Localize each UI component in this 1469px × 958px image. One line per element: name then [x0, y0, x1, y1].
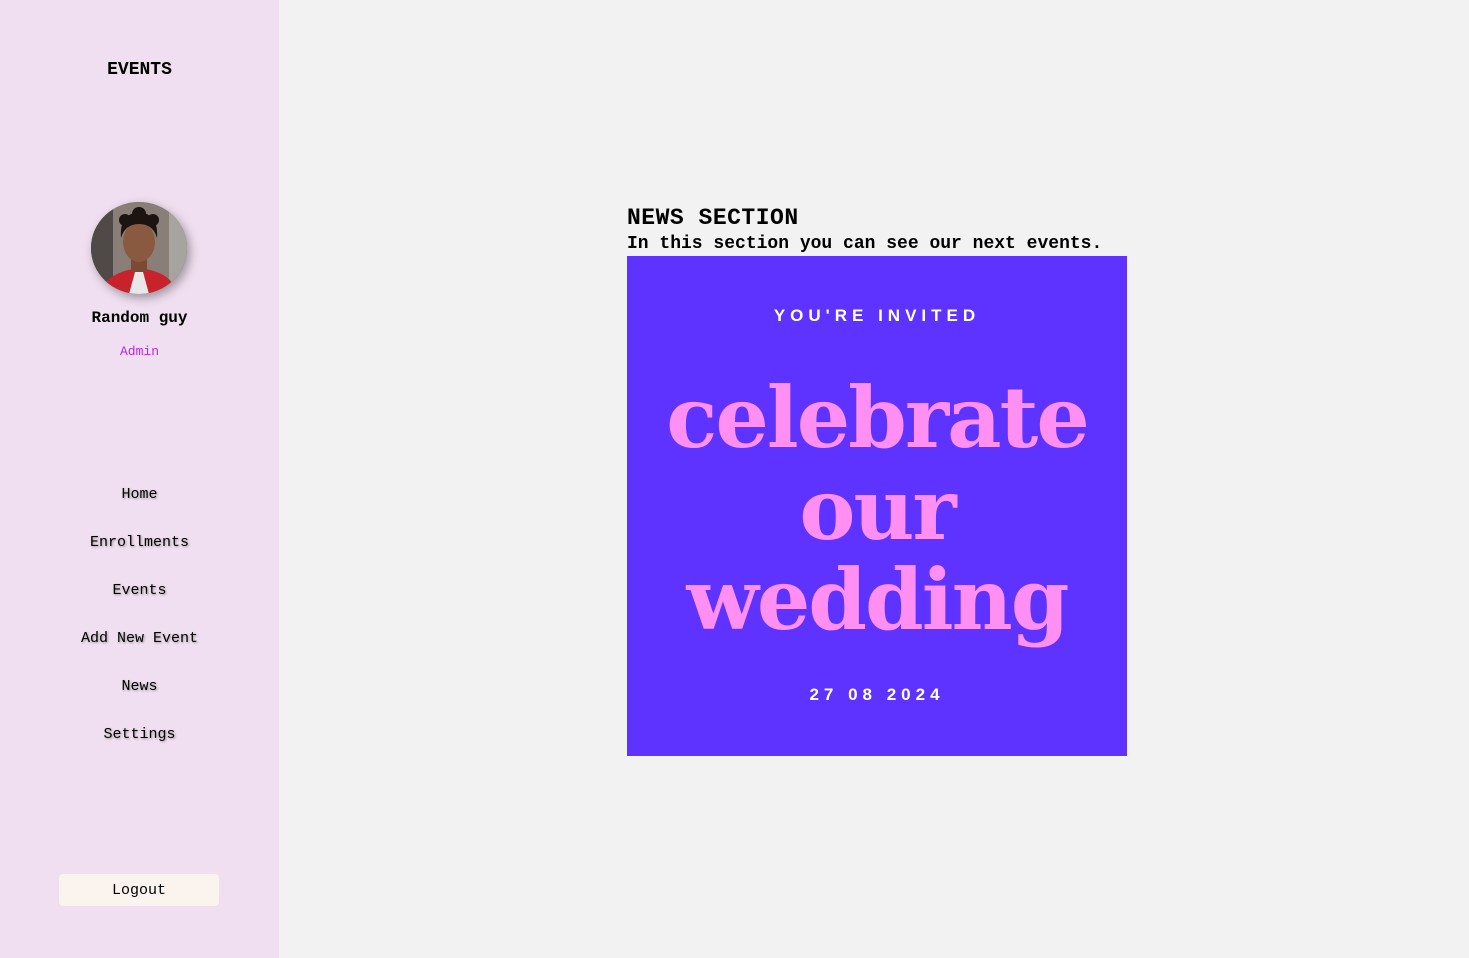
news-card-headline-line-2: our [799, 460, 956, 559]
user-role: Admin [119, 344, 159, 359]
avatar [91, 202, 187, 294]
nav-item-events[interactable]: Events [0, 582, 279, 630]
brand-title: EVENTS [107, 60, 172, 80]
news-card: YOU'RE INVITED celebrate our wedding 27 … [627, 256, 1127, 756]
nav-item-news[interactable]: News [0, 678, 279, 726]
page-title: NEWS SECTION [627, 205, 799, 231]
nav-item-home[interactable]: Home [0, 486, 279, 534]
nav-item-enrollments[interactable]: Enrollments [0, 534, 279, 582]
news-card-headline-line-3: wedding [686, 550, 1070, 649]
user-name: Random guy [91, 309, 188, 327]
news-card-headline-line-1: celebrate [666, 368, 1090, 467]
nav-item-add-new-event[interactable]: Add New Event [0, 630, 279, 678]
nav-item-settings[interactable]: Settings [0, 726, 279, 774]
avatar-photo [91, 202, 187, 294]
news-card-kicker: YOU'RE INVITED [773, 306, 981, 325]
sidebar-nav: Home Enrollments Events Add New Event Ne… [0, 486, 279, 774]
logout-button[interactable]: Logout [59, 874, 219, 906]
sidebar: EVENTS Random guy Admin Home Enrollments… [0, 0, 279, 958]
news-card-date: 27 08 2024 [809, 685, 945, 704]
page-subtitle: In this section you can see our next eve… [627, 234, 1103, 254]
